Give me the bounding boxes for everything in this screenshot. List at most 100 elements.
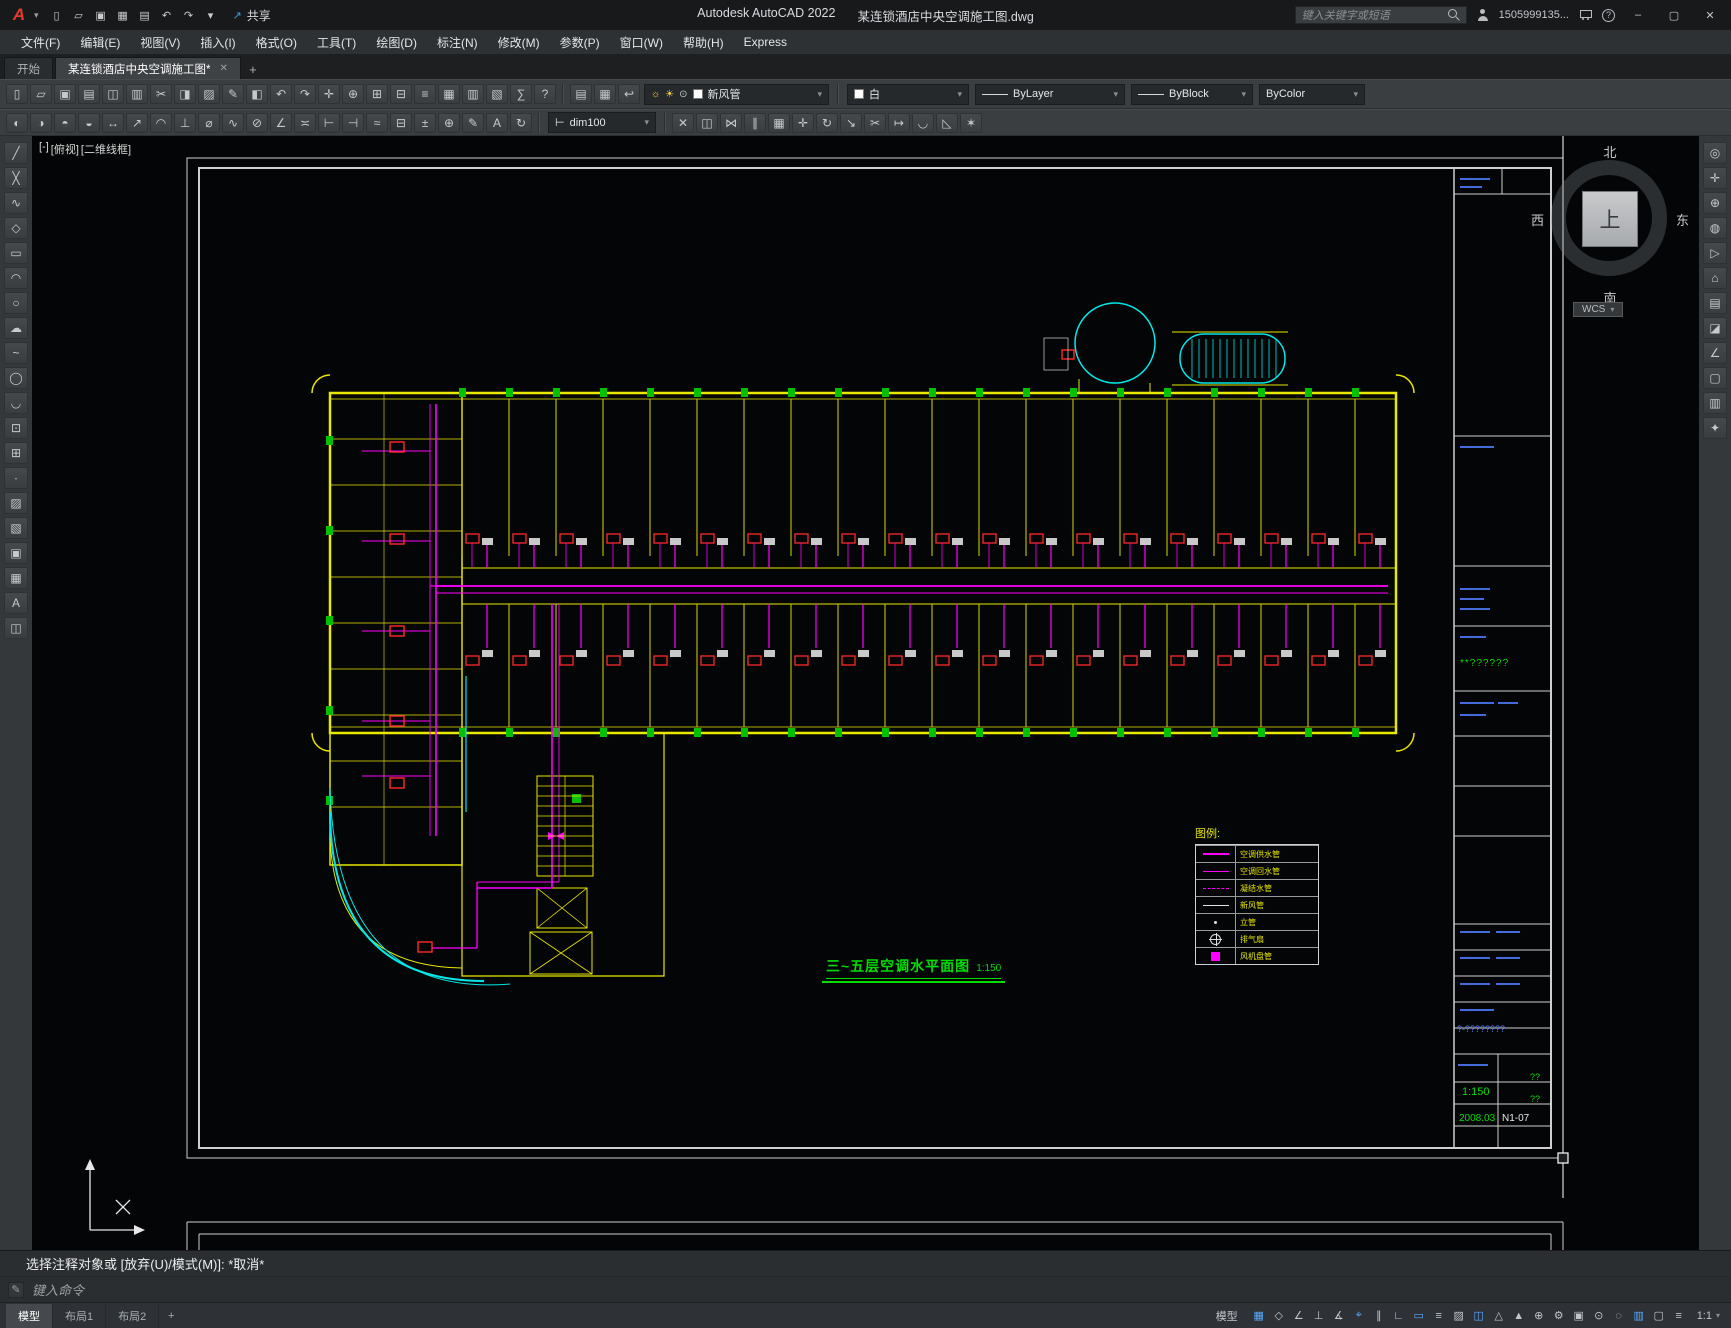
account-name[interactable]: 1505999135... — [1499, 9, 1569, 21]
orbit-icon[interactable]: ◍ — [1703, 217, 1727, 239]
group-icon[interactable]: ◫ — [4, 617, 28, 639]
command-prompt[interactable]: 键入命令 — [32, 1280, 84, 1299]
undo-icon[interactable]: ↶ — [157, 6, 177, 24]
named-views-icon[interactable]: ▤ — [1703, 292, 1727, 314]
annotation-scale-button[interactable]: 1:1 ▾ — [1692, 1310, 1725, 1322]
zoom-realtime-icon[interactable]: ⊕ — [342, 84, 364, 104]
redo-icon[interactable]: ↷ — [179, 6, 199, 24]
color-dropdown[interactable]: 白 ▾ — [847, 84, 969, 105]
dimension-update-icon[interactable]: ↻ — [510, 113, 532, 133]
lineweight-dropdown-arrow-icon[interactable]: ▾ — [1241, 89, 1246, 100]
layer-dropdown-arrow-icon[interactable]: ▾ — [817, 89, 822, 100]
viewcube[interactable]: 北 西 东 南 上 WCS ▾ — [1537, 142, 1697, 322]
close-button[interactable]: ✕ — [1697, 4, 1723, 26]
annotation-visibility-icon[interactable]: △ — [1489, 1307, 1509, 1325]
drawing-canvas[interactable]: [-] [俯视] [二维线框] 北 西 东 南 上 WCS ▾ 图例: — [32, 136, 1699, 1250]
array-icon[interactable]: ▦ — [768, 113, 790, 133]
plot-preview-icon[interactable]: ◫ — [102, 84, 124, 104]
view-menu[interactable]: [俯视] — [51, 141, 79, 157]
construction-line-icon[interactable]: ╳ — [4, 167, 28, 189]
dimension-style-dropdown[interactable]: ⊢ dim100 ▾ — [548, 112, 656, 133]
new-file-icon[interactable]: ▯ — [6, 84, 28, 104]
layer-properties-icon[interactable]: ▤ — [570, 84, 592, 104]
command-input-icon[interactable]: ✎ — [8, 1282, 24, 1298]
rotate-icon[interactable]: ↻ — [816, 113, 838, 133]
help-icon[interactable]: ? — [534, 84, 556, 104]
ellipse-icon[interactable]: ◯ — [4, 367, 28, 389]
color-dropdown-arrow-icon[interactable]: ▾ — [957, 89, 962, 100]
aligned-dimension-icon[interactable]: ↗ — [126, 113, 148, 133]
graphics-performance-icon[interactable]: ▥ — [1629, 1307, 1649, 1325]
model-space-button[interactable]: 模型 — [1208, 1306, 1246, 1326]
zoom-previous-icon[interactable]: ⊟ — [390, 84, 412, 104]
help-icon[interactable]: ? — [1602, 9, 1615, 22]
publish-icon[interactable]: ▥ — [126, 84, 148, 104]
fillet-icon[interactable]: ◡ — [912, 113, 934, 133]
polygon-icon[interactable]: ◇ — [4, 217, 28, 239]
app-menu-arrow-icon[interactable]: ▾ — [34, 10, 39, 21]
search-input[interactable]: 键入关键字或短语 — [1295, 6, 1467, 24]
new-layout-button[interactable]: + — [162, 1310, 180, 1322]
region-icon[interactable]: ▣ — [4, 542, 28, 564]
menu-item[interactable]: 修改(M) — [489, 31, 549, 54]
ordinate-dimension-icon[interactable]: ⊥ — [174, 113, 196, 133]
dimension-space-icon[interactable]: ≈ — [366, 113, 388, 133]
mirror-icon[interactable]: ⋈ — [720, 113, 742, 133]
angular-dimension-icon[interactable]: ∠ — [270, 113, 292, 133]
menu-item[interactable]: 标注(N) — [428, 31, 487, 54]
move-icon[interactable]: ✛ — [792, 113, 814, 133]
polyline-icon[interactable]: ∿ — [4, 192, 28, 214]
block-editor-icon[interactable]: ◧ — [246, 84, 268, 104]
display-settings-icon[interactable]: ▥ — [1703, 392, 1727, 414]
menu-item[interactable]: 插入(I) — [191, 31, 244, 54]
annotation-monitor-icon[interactable]: ⊕ — [1529, 1307, 1549, 1325]
viewcube-east[interactable]: 东 — [1676, 210, 1689, 229]
explode-icon[interactable]: ✶ — [960, 113, 982, 133]
object-snap-icon[interactable]: ⌖ — [1349, 1307, 1369, 1325]
polar-tracking-icon[interactable]: ∡ — [1329, 1307, 1349, 1325]
dynamic-ucs-icon[interactable]: ∟ — [1389, 1307, 1409, 1325]
command-input-row[interactable]: ✎ 键入命令 — [0, 1276, 1731, 1302]
grid-icon[interactable]: ▦ — [1249, 1307, 1269, 1325]
new-tab-button[interactable]: + — [243, 59, 263, 79]
revcloud-icon[interactable]: ☁ — [4, 317, 28, 339]
layer-states-icon[interactable]: ▦ — [594, 84, 616, 104]
redo-icon[interactable]: ↷ — [294, 84, 316, 104]
menu-item[interactable]: 编辑(E) — [71, 31, 129, 54]
make-block-icon[interactable]: ⊞ — [4, 442, 28, 464]
menu-item[interactable]: 窗口(W) — [611, 31, 672, 54]
layout-tab[interactable]: 布局1 — [53, 1304, 106, 1328]
new-file-icon[interactable]: ▯ — [47, 6, 67, 24]
visual-style-menu[interactable]: [二维线框] — [81, 141, 131, 157]
menu-item[interactable]: 帮助(H) — [674, 31, 733, 54]
account-icon[interactable] — [1477, 9, 1489, 21]
lineweight-dropdown[interactable]: ByBlock ▾ — [1131, 84, 1253, 105]
ortho-icon[interactable]: ⊥ — [1309, 1307, 1329, 1325]
viewcube-home-icon[interactable]: ⌂ — [1703, 267, 1727, 289]
search-icon[interactable] — [1448, 9, 1460, 21]
viewport-menu[interactable]: [-] — [39, 141, 49, 157]
arc-icon[interactable]: ◠ — [4, 267, 28, 289]
extend-icon[interactable]: ↦ — [888, 113, 910, 133]
continue-dimension-icon[interactable]: ⊣ — [342, 113, 364, 133]
spline-icon[interactable]: ~ — [4, 342, 28, 364]
table-icon[interactable]: ▦ — [4, 567, 28, 589]
cut-icon[interactable]: ✂ — [150, 84, 172, 104]
linetype-dropdown[interactable]: ByLayer ▾ — [975, 84, 1125, 105]
tab-document[interactable]: 某连锁酒店中央空调施工图* ✕ — [55, 57, 241, 79]
menu-item[interactable]: 视图(V) — [131, 31, 189, 54]
arc-length-dimension-icon[interactable]: ◠ — [150, 113, 172, 133]
copy-icon[interactable]: ◨ — [174, 84, 196, 104]
plot-icon[interactable]: ▤ — [78, 84, 100, 104]
sheet-set-manager-icon[interactable]: ▧ — [486, 84, 508, 104]
offset-icon[interactable]: ∥ — [744, 113, 766, 133]
line-icon[interactable]: ╱ — [4, 142, 28, 164]
tab-close-icon[interactable]: ✕ — [219, 63, 227, 74]
erase-icon[interactable]: ✕ — [672, 113, 694, 133]
minimize-button[interactable]: – — [1625, 4, 1651, 26]
jogged-dimension-icon[interactable]: ∿ — [222, 113, 244, 133]
plot-icon[interactable]: ▤ — [135, 6, 155, 24]
plotstyle-dropdown-arrow-icon[interactable]: ▾ — [1353, 89, 1358, 100]
zoom-extents-icon[interactable]: ⊕ — [1703, 192, 1727, 214]
point-icon[interactable]: ∙ — [4, 467, 28, 489]
